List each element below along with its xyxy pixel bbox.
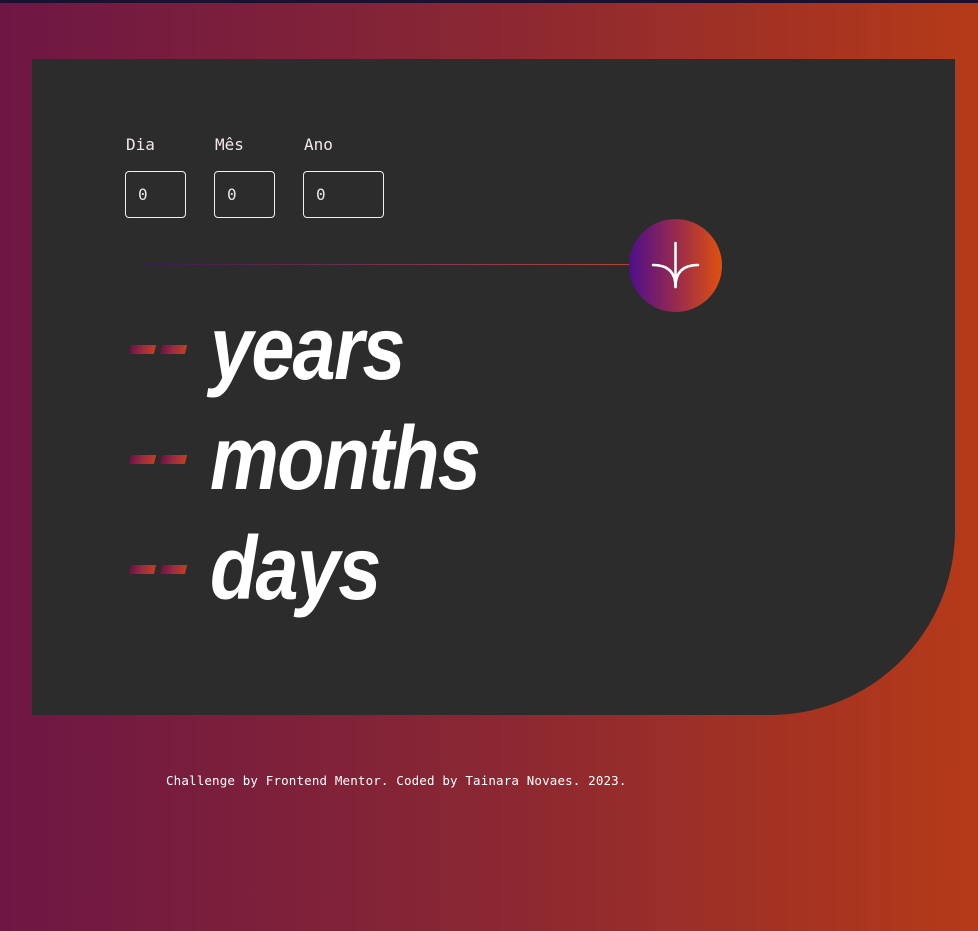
years-placeholder-dash <box>128 345 157 354</box>
day-input[interactable] <box>125 171 186 218</box>
day-label: Dia <box>126 135 155 154</box>
year-label: Ano <box>304 135 333 154</box>
month-field: Mês <box>214 135 275 218</box>
years-unit: years <box>210 299 405 399</box>
years-placeholder-dash <box>159 345 188 354</box>
days-placeholder-dash <box>159 565 188 574</box>
attribution-footer: Challenge by Frontend Mentor. Coded by T… <box>166 773 627 788</box>
month-input[interactable] <box>214 171 275 218</box>
days-placeholder-dash <box>128 565 157 574</box>
days-unit: days <box>210 519 381 619</box>
age-calculator-card: Dia Mês Ano years months days <box>32 59 955 715</box>
result-days: days <box>128 519 728 619</box>
month-label: Mês <box>215 135 244 154</box>
months-unit: months <box>210 409 481 509</box>
months-placeholder-dash <box>159 455 188 464</box>
form-divider <box>143 264 681 265</box>
result-months: months <box>128 409 728 509</box>
year-field: Ano <box>303 135 384 218</box>
months-placeholder-dash <box>128 455 157 464</box>
result-years: years <box>128 299 728 399</box>
day-field: Dia <box>125 135 186 218</box>
year-input[interactable] <box>303 171 384 218</box>
top-border <box>0 0 978 3</box>
